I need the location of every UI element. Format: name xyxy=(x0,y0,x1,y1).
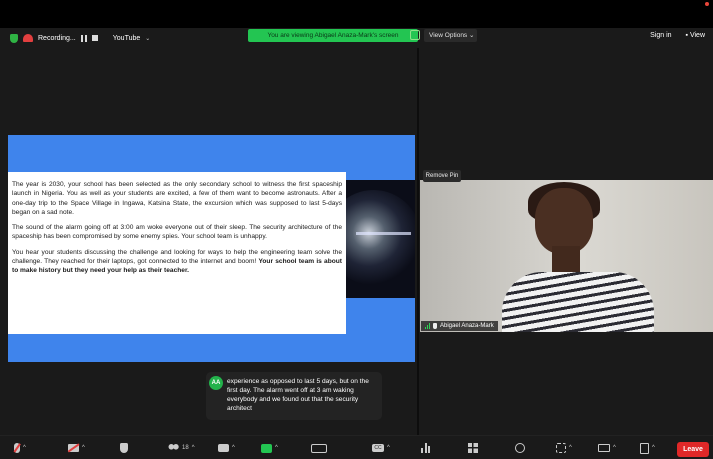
video-button[interactable]: ^ xyxy=(68,441,85,455)
chevron-up-icon[interactable]: ^ xyxy=(387,445,390,451)
indicator-dot xyxy=(705,2,709,6)
share-screen-button[interactable]: ^ xyxy=(261,441,278,455)
slide-paragraph-1: The year is 2030, your school has been s… xyxy=(12,181,342,216)
shield-icon xyxy=(120,443,128,453)
participants-button[interactable]: 18 ^ xyxy=(168,441,195,455)
remove-pin-button[interactable]: Remove Pin xyxy=(423,170,461,182)
view-grid-icon: ▪ xyxy=(685,32,688,39)
smiley-icon xyxy=(515,443,525,453)
view-button[interactable]: ▪ View xyxy=(686,32,705,39)
sign-in-link[interactable]: Sign in xyxy=(650,32,671,39)
participants-count: 18 xyxy=(182,445,189,451)
closed-captions-icon: CC xyxy=(372,444,384,452)
chevron-up-icon[interactable]: ^ xyxy=(23,445,26,451)
chevron-up-icon[interactable]: ^ xyxy=(569,445,572,451)
security-shield-icon[interactable] xyxy=(10,33,18,43)
chevron-down-icon[interactable]: ⌄ xyxy=(145,35,150,42)
view-options-button[interactable]: View Options ⌄ xyxy=(424,29,477,42)
chevron-up-icon[interactable]: ^ xyxy=(652,445,655,451)
mute-button[interactable]: ^ xyxy=(14,441,26,455)
slide-paragraph-2: The sound of the alarm going off at 3:00… xyxy=(12,224,342,241)
record-controls-button[interactable] xyxy=(311,441,327,455)
reactions-button[interactable] xyxy=(515,441,525,455)
spaceship-image xyxy=(346,180,415,298)
view-options-label: View Options xyxy=(429,32,468,39)
live-caption-box: AA experience as opposed to last 5 days,… xyxy=(206,372,382,420)
share-screen-icon xyxy=(261,443,272,453)
caption-text: experience as opposed to last 5 days, bu… xyxy=(227,378,369,412)
security-button[interactable] xyxy=(120,441,128,455)
chevron-up-icon[interactable]: ^ xyxy=(82,445,85,451)
whiteboard-button[interactable]: ^ xyxy=(598,441,616,455)
chevron-up-icon[interactable]: ^ xyxy=(613,445,616,451)
polls-button[interactable] xyxy=(421,441,430,455)
slide-text-card: The year is 2030, your school has been s… xyxy=(8,172,346,334)
share-hand-icon xyxy=(410,30,420,40)
participant-face xyxy=(535,188,593,254)
participants-icon xyxy=(168,444,179,452)
fullscreen-button[interactable]: ^ xyxy=(556,441,572,455)
view-label: View xyxy=(689,32,705,39)
notes-button[interactable]: ^ xyxy=(640,441,655,455)
chevron-up-icon[interactable]: ^ xyxy=(232,445,235,451)
signal-bars-icon xyxy=(425,323,430,329)
recording-label: Recording... xyxy=(38,34,76,42)
chat-icon xyxy=(218,444,229,452)
youtube-stream-menu[interactable]: YouTube xyxy=(113,35,141,42)
system-strip xyxy=(0,0,713,28)
screen-icon xyxy=(598,444,610,452)
top-bar-right: Sign in ▪ View xyxy=(650,32,705,39)
speaker-avatar: AA xyxy=(209,376,223,390)
chat-button[interactable]: ^ xyxy=(218,441,235,455)
light-flare xyxy=(356,232,411,235)
notes-icon xyxy=(640,442,649,454)
chevron-down-icon: ⌄ xyxy=(469,32,475,39)
apps-button[interactable] xyxy=(468,441,478,455)
participant-shirt xyxy=(502,272,654,332)
spaceship-sphere xyxy=(346,190,415,285)
meeting-toolbar: ^ ^ 18 ^ ^ ^ CC ^ ^ ^ ^ Leave xyxy=(0,435,713,459)
captions-button[interactable]: CC ^ xyxy=(372,441,390,455)
participant-name-tag: Abigael Anaza-Mark xyxy=(421,321,498,331)
chevron-up-icon[interactable]: ^ xyxy=(192,445,195,451)
stop-recording-icon[interactable] xyxy=(91,35,98,41)
top-bar-left: Recording... YouTube ⌄ xyxy=(10,31,150,45)
slide-paragraph-3: You hear your students discussing the ch… xyxy=(12,248,342,276)
participant-video[interactable] xyxy=(420,180,713,332)
pin-icon xyxy=(433,323,437,329)
recording-icon xyxy=(23,34,33,42)
microphone-muted-icon xyxy=(14,443,20,453)
apps-grid-icon xyxy=(468,443,478,453)
pause-recording-icon[interactable] xyxy=(80,34,87,42)
pause-stop-recording-icon xyxy=(311,443,327,453)
camera-off-icon xyxy=(68,444,79,452)
leave-button[interactable]: Leave xyxy=(677,442,709,457)
participant-name: Abigael Anaza-Mark xyxy=(440,323,494,329)
screen-share-banner: You are viewing Abigael Anaza-Mark's scr… xyxy=(248,29,418,42)
chevron-up-icon[interactable]: ^ xyxy=(275,445,278,451)
expand-icon xyxy=(556,443,566,453)
bar-chart-icon xyxy=(421,443,430,453)
